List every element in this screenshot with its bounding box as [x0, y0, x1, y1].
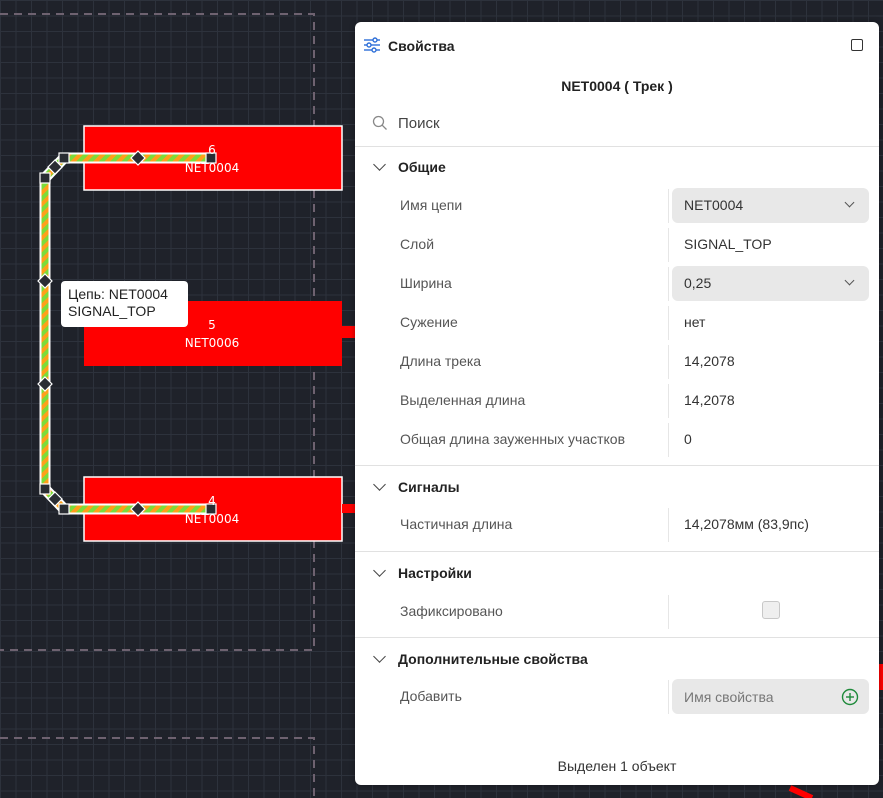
- row-selected-length: Выделенная длина 14,2078: [355, 382, 879, 420]
- property-name-input[interactable]: [684, 687, 834, 707]
- row-net-name: Имя цепи NET0004: [355, 187, 879, 225]
- partial-length-value: 14,2078мм (83,9пс): [684, 516, 809, 532]
- red-trace: [788, 785, 814, 798]
- search-icon: [372, 115, 387, 130]
- partial-length-label: Частичная длина: [400, 516, 513, 532]
- section-divider: [355, 465, 879, 466]
- pad-5-number: 5: [208, 318, 216, 332]
- pad-6-number: 6: [208, 143, 216, 157]
- chevron-down-icon: [373, 478, 386, 491]
- add-circle-icon[interactable]: [841, 688, 859, 706]
- track-length-label: Длина трека: [400, 353, 482, 369]
- panel-title: Свойства: [388, 38, 455, 54]
- selection-status: Выделен 1 объект: [557, 758, 677, 774]
- column-divider: [668, 189, 669, 223]
- total-tapered-label: Общая длина зауженных участков: [400, 431, 626, 447]
- maximize-button[interactable]: [851, 39, 863, 51]
- pad-4-number: 4: [208, 494, 216, 508]
- layer-label: Слой: [400, 236, 435, 252]
- pad-6-net: NET0004: [185, 161, 239, 175]
- net-name-label: Имя цепи: [400, 197, 463, 213]
- column-divider: [668, 267, 669, 301]
- section-divider: [355, 551, 879, 552]
- search-box[interactable]: [365, 110, 860, 136]
- pad-4-net: NET0004: [185, 512, 239, 526]
- pad-5-net: NET0006: [185, 336, 239, 350]
- track-length-value: 14,2078: [684, 353, 735, 369]
- sliders-icon: [364, 37, 380, 53]
- column-divider: [668, 595, 669, 629]
- section-settings-title: Настройки: [398, 565, 472, 581]
- row-locked: Зафиксировано: [355, 593, 879, 631]
- width-label: Ширина: [400, 275, 452, 291]
- tooltip-layer: SIGNAL_TOP: [68, 303, 156, 319]
- column-divider: [668, 508, 669, 542]
- row-width: Ширина 0,25: [355, 265, 879, 303]
- section-divider: [355, 637, 879, 638]
- taper-label: Сужение: [400, 314, 458, 330]
- property-name-field[interactable]: [672, 679, 869, 714]
- chevron-down-icon: [844, 275, 855, 286]
- section-signals-title: Сигналы: [398, 479, 460, 495]
- column-divider: [668, 680, 669, 714]
- column-divider: [668, 423, 669, 457]
- properties-panel: Свойства NET0004 ( Трек ) Общие Имя цепи…: [355, 22, 879, 785]
- row-taper: Сужение нет: [355, 304, 879, 342]
- width-select[interactable]: 0,25: [672, 266, 869, 301]
- row-track-length: Длина трека 14,2078: [355, 343, 879, 381]
- net-tooltip: Цепь: NET0004 SIGNAL_TOP: [61, 281, 188, 327]
- locked-label: Зафиксировано: [400, 603, 503, 619]
- column-divider: [668, 306, 669, 340]
- row-partial-length: Частичная длина 14,2078мм (83,9пс): [355, 506, 879, 544]
- add-property-label: Добавить: [400, 688, 462, 704]
- section-extra-header[interactable]: Дополнительные свойства: [373, 650, 588, 671]
- selected-length-value: 14,2078: [684, 392, 735, 408]
- chevron-down-icon: [373, 650, 386, 663]
- tooltip-net: Цепь: NET0004: [68, 286, 168, 302]
- section-signals-header[interactable]: Сигналы: [373, 478, 460, 499]
- chevron-down-icon: [844, 197, 855, 208]
- selected-length-label: Выделенная длина: [400, 392, 526, 408]
- section-general-header[interactable]: Общие: [373, 158, 446, 179]
- width-value: 0,25: [684, 275, 712, 291]
- locked-checkbox[interactable]: [762, 601, 780, 619]
- search-input[interactable]: [398, 112, 838, 134]
- net-name-value: NET0004: [684, 197, 744, 213]
- chevron-down-icon: [373, 158, 386, 171]
- row-add-property: Добавить: [355, 678, 879, 716]
- column-divider: [668, 228, 669, 262]
- net-name-select[interactable]: NET0004: [672, 188, 869, 223]
- panel-header: Свойства: [355, 22, 879, 68]
- taper-value: нет: [684, 314, 706, 330]
- search-divider: [355, 146, 879, 147]
- section-extra-title: Дополнительные свойства: [398, 651, 588, 667]
- section-settings-header[interactable]: Настройки: [373, 564, 472, 585]
- layer-value: SIGNAL_TOP: [684, 236, 772, 252]
- column-divider: [668, 345, 669, 379]
- selection-title: NET0004 ( Трек ): [561, 78, 673, 94]
- row-layer: Слой SIGNAL_TOP: [355, 226, 879, 264]
- chevron-down-icon: [373, 564, 386, 577]
- section-general-title: Общие: [398, 159, 446, 175]
- column-divider: [668, 384, 669, 418]
- total-tapered-value: 0: [684, 431, 692, 447]
- row-total-tapered: Общая длина зауженных участков 0: [355, 421, 879, 459]
